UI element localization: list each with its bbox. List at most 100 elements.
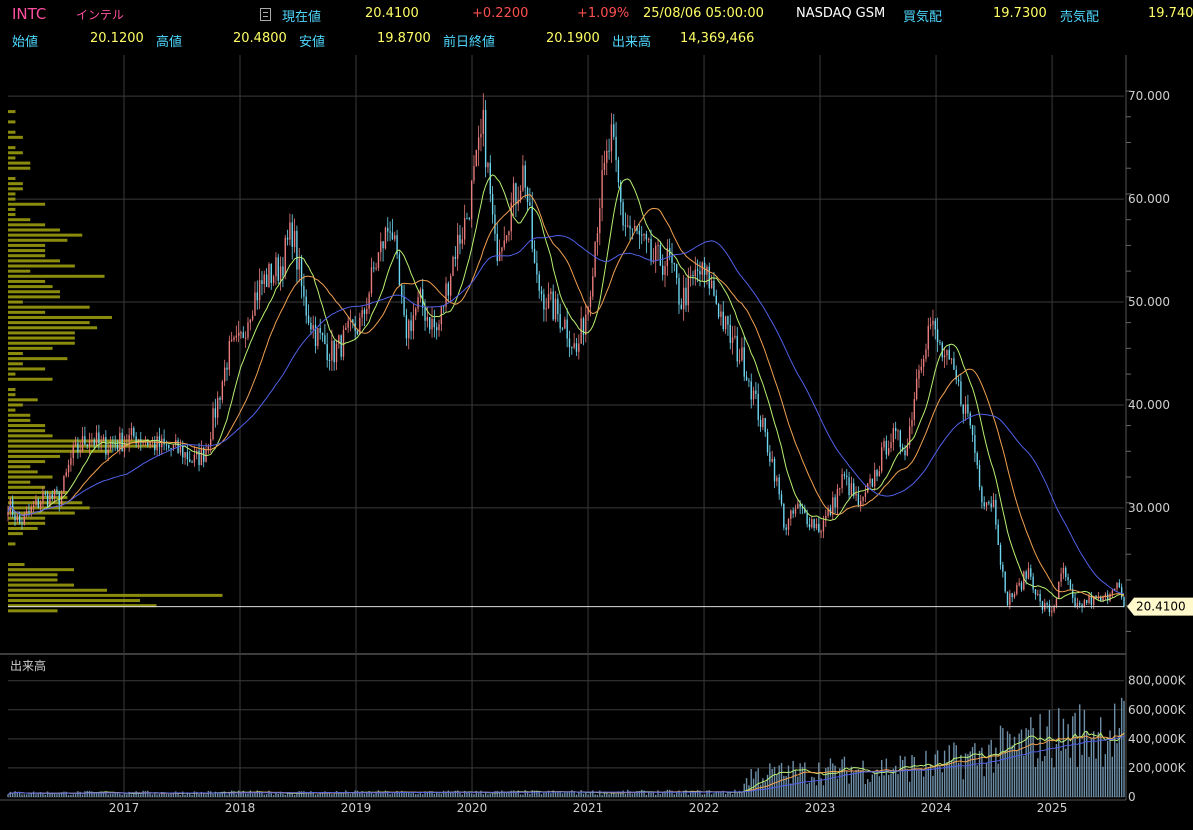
candle-body [95,432,98,445]
volume-bar [415,794,417,797]
price-chart[interactable]: 70.000 60.000 50.000 40.000 30.000 2017 2018 20… [0,0,1193,830]
candle-body [1118,582,1121,588]
candle-body [496,233,498,262]
candle-body [403,297,405,316]
volume-profile-bar [8,398,38,402]
candle-body [410,320,412,331]
volume-bar [997,763,999,797]
volume-bar [25,794,28,797]
candle-body [950,358,953,360]
volume-profile-bar [8,336,75,340]
candle-body [710,280,713,289]
volume-bar [456,790,459,797]
volume-bar [655,794,657,797]
volume-bar [307,793,310,797]
volume-profile-bar [8,295,60,299]
candle-body [964,404,967,414]
volume-profile-bar [8,429,46,433]
volume-profile-bar [8,279,46,283]
year-tick-label: 2018 [225,801,256,815]
volume-bar [787,765,790,797]
candle-body [864,492,867,497]
candle-body [216,397,219,418]
candle-body [899,430,902,448]
candle-body [862,496,864,501]
volume-bar [1072,716,1074,797]
volume-bar [14,791,16,797]
price-tick-label: 40.000 [1128,398,1170,412]
candle-body [326,344,328,361]
candle-body [745,376,748,381]
volume-bar [673,794,676,797]
year-tick-label: 2021 [573,801,604,815]
candle-body [892,428,895,443]
volume-profile-bar [8,233,83,237]
volume-bar [175,791,177,797]
candle-body [876,470,878,477]
volume-bar [391,793,394,797]
volume-bar [32,791,35,797]
volume-bar [769,763,771,797]
candle-body [1023,571,1025,590]
volume-bar [953,742,955,797]
volume-bar [331,794,333,797]
volume-profile-bar [8,475,53,479]
candle-body [657,245,659,247]
volume-profile-bar [8,588,107,592]
volume-bar [244,793,247,797]
candle-body [748,380,750,382]
candle-body [214,408,217,418]
volume-profile-bar [8,424,46,428]
volume-bar [827,766,829,797]
candle-body [454,256,457,259]
volume-profile-bar [8,393,16,397]
volume-bar [417,793,419,797]
candle-body [1039,594,1041,602]
volume-bar [659,794,662,797]
volume-profile-bar [8,192,16,196]
volume-profile-bar [8,259,60,263]
candle-body [629,225,631,229]
candle-body [815,523,818,529]
volume-bar [943,750,946,797]
volume-bar [489,793,491,797]
candle-body [981,487,983,503]
volume-bar [461,794,464,797]
volume-bar [477,793,480,797]
candle-body [615,136,617,161]
candle-body [589,296,592,307]
volume-profile-bar [8,151,23,155]
candle-body [317,328,319,347]
candle-body [929,324,932,326]
candle-body [368,293,370,309]
volume-bar [1123,700,1125,797]
volume-bar [23,794,26,797]
volume-bar [573,792,575,797]
volume-bar [871,774,874,797]
candle-body [692,275,694,277]
volume-bar [899,755,902,797]
volume-bar [156,794,158,797]
candle-body [291,222,293,247]
candle-body [18,515,21,523]
candle-body [431,318,433,330]
candle-body [983,502,985,507]
volume-bar [874,772,876,797]
volume-bar [1069,757,1072,797]
candle-body [967,404,969,414]
volume-bar [519,794,522,797]
volume-bar [205,794,207,797]
volume-bar [347,793,349,797]
volume-profile-bar [8,454,60,458]
volume-bar [918,769,920,797]
volume-bar [352,792,354,797]
candle-body [533,248,536,264]
volume-bar [86,790,88,797]
candle-body [911,419,913,427]
volume-profile-bar [8,362,23,366]
candle-body [808,524,811,528]
volume-bar [74,794,77,797]
volume-bar [883,775,885,797]
candle-body [221,381,224,400]
candle-body [128,434,130,444]
